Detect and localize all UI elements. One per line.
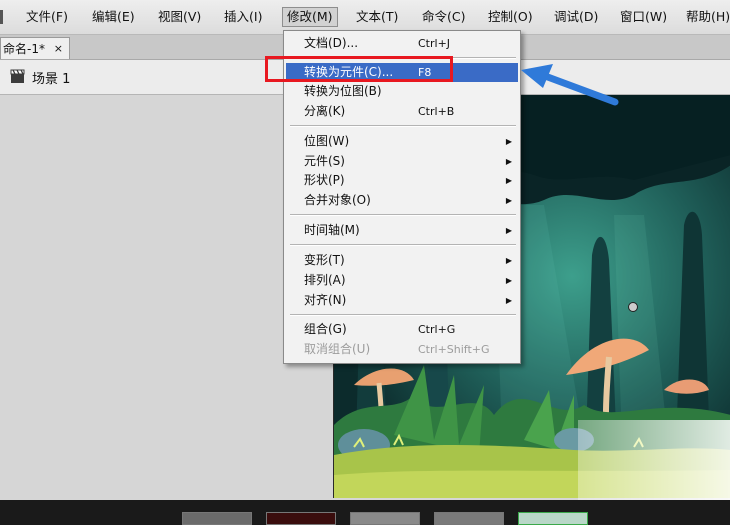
menu-view[interactable]: 视图(V) bbox=[154, 8, 205, 26]
menu-item-label: 组合(G) bbox=[304, 322, 347, 336]
menu-item-ungroup: 取消组合(U) Ctrl+Shift+G bbox=[286, 340, 518, 359]
menu-commands[interactable]: 命令(C) bbox=[418, 8, 469, 26]
menu-item-label: 时间轴(M) bbox=[304, 223, 360, 237]
menu-item-label: 合并对象(O) bbox=[304, 193, 371, 207]
menu-item-break-apart[interactable]: 分离(K) Ctrl+B bbox=[286, 102, 518, 121]
menu-item-shortcut: Ctrl+B bbox=[418, 105, 455, 118]
blue-arrow-icon bbox=[521, 64, 619, 106]
menu-insert[interactable]: 插入(I) bbox=[220, 8, 266, 26]
menu-item-arrange[interactable]: 排列(A) ▶ bbox=[286, 271, 518, 290]
menu-item-shortcut: Ctrl+Shift+G bbox=[418, 343, 490, 356]
menu-item-label: 变形(T) bbox=[304, 253, 345, 267]
triangle-right-icon: ▶ bbox=[505, 176, 512, 185]
menu-separator bbox=[290, 314, 516, 316]
menu-item-align[interactable]: 对齐(N) ▶ bbox=[286, 291, 518, 310]
triangle-right-icon: ▶ bbox=[505, 276, 512, 285]
menu-item-label: 对齐(N) bbox=[304, 293, 347, 307]
menu-item-timeline[interactable]: 时间轴(M) ▶ bbox=[286, 221, 518, 240]
thumbnail[interactable] bbox=[266, 512, 336, 525]
menu-item-shortcut: Ctrl+J bbox=[418, 37, 451, 50]
clapperboard-icon bbox=[10, 69, 25, 83]
menu-separator bbox=[290, 125, 516, 127]
menu-text[interactable]: 文本(T) bbox=[352, 8, 402, 26]
menu-item-label: 排列(A) bbox=[304, 273, 346, 287]
annotation-highlight-box bbox=[265, 56, 453, 82]
menu-window[interactable]: 窗口(W) bbox=[616, 8, 671, 26]
document-tab-label: 命名-1* bbox=[3, 42, 45, 56]
menu-control[interactable]: 控制(O) bbox=[484, 8, 537, 26]
menu-item-label: 元件(S) bbox=[304, 154, 345, 168]
thumbnail-active[interactable] bbox=[518, 512, 588, 525]
triangle-right-icon: ▶ bbox=[505, 157, 512, 166]
thumbnail[interactable] bbox=[434, 512, 504, 525]
menu-file[interactable]: 文件(F) bbox=[22, 8, 72, 26]
menu-bar-edge bbox=[0, 10, 3, 24]
close-icon[interactable]: × bbox=[54, 38, 63, 60]
menu-item-bitmap[interactable]: 位图(W) ▶ bbox=[286, 132, 518, 151]
menu-modify[interactable]: 修改(M) bbox=[282, 7, 338, 27]
menu-item-symbol[interactable]: 元件(S) ▶ bbox=[286, 152, 518, 171]
menu-help[interactable]: 帮助(H) bbox=[682, 8, 730, 26]
menu-separator bbox=[290, 244, 516, 246]
thumbnail[interactable] bbox=[182, 512, 252, 525]
menu-item-label: 形状(P) bbox=[304, 173, 345, 187]
thumbnail[interactable] bbox=[350, 512, 420, 525]
watermark-overlay bbox=[578, 420, 730, 500]
triangle-right-icon: ▶ bbox=[505, 196, 512, 205]
menu-item-combine-objects[interactable]: 合并对象(O) ▶ bbox=[286, 191, 518, 210]
menu-item-label: 分离(K) bbox=[304, 104, 346, 118]
scene-label[interactable]: 场景 1 bbox=[32, 68, 70, 87]
menu-item-transform[interactable]: 变形(T) ▶ bbox=[286, 251, 518, 270]
menu-separator bbox=[290, 214, 516, 216]
triangle-right-icon: ▶ bbox=[505, 137, 512, 146]
menu-item-label: 文档(D)... bbox=[304, 36, 359, 50]
registration-point-icon bbox=[628, 302, 638, 312]
menu-item-label: 取消组合(U) bbox=[304, 342, 371, 356]
menu-item-label: 转换为位图(B) bbox=[304, 84, 382, 98]
menu-item-shape[interactable]: 形状(P) ▶ bbox=[286, 171, 518, 190]
triangle-right-icon: ▶ bbox=[505, 226, 512, 235]
document-tab[interactable]: 命名-1* × bbox=[0, 37, 70, 59]
menu-item-label: 位图(W) bbox=[304, 134, 350, 148]
menu-item-convert-to-bitmap[interactable]: 转换为位图(B) bbox=[286, 82, 518, 101]
menu-item-group[interactable]: 组合(G) Ctrl+G bbox=[286, 320, 518, 339]
menu-item-shortcut: Ctrl+G bbox=[418, 323, 456, 336]
menu-item-document[interactable]: 文档(D)... Ctrl+J bbox=[286, 34, 518, 53]
triangle-right-icon: ▶ bbox=[505, 256, 512, 265]
menu-edit[interactable]: 编辑(E) bbox=[88, 8, 139, 26]
triangle-right-icon: ▶ bbox=[505, 296, 512, 305]
menu-debug[interactable]: 调试(D) bbox=[550, 8, 602, 26]
